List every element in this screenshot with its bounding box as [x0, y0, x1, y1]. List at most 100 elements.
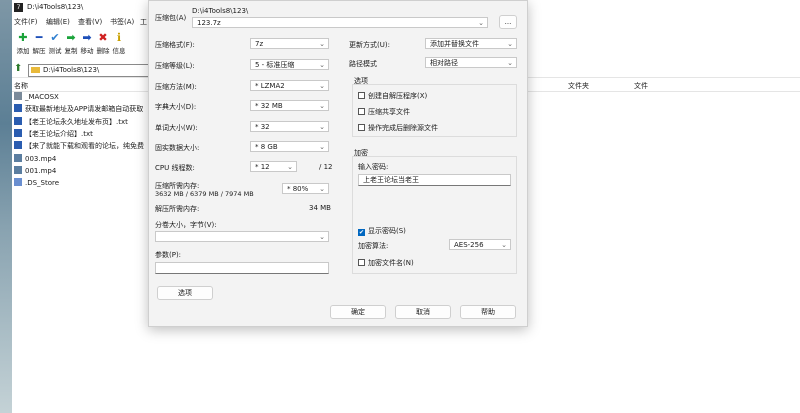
chevron-down-icon: ⌄ — [319, 143, 325, 151]
menu-file[interactable]: 文件(F) — [14, 17, 38, 27]
address-text: D:\i4Tools8\123\ — [43, 66, 100, 74]
checkbox-box — [358, 108, 365, 115]
file-name: _MACOSX — [25, 93, 59, 101]
browse-button[interactable]: ... — [499, 15, 517, 29]
file-row[interactable]: 获取最新地址及APP请发邮箱自动获取 — [14, 104, 143, 116]
checkbox-box — [358, 124, 365, 131]
file-name: .DS_Store — [25, 179, 60, 188]
archive-name-combo[interactable]: 123.7z ⌄ — [192, 17, 488, 28]
enc-method-select[interactable]: AES-256 ⌄ — [449, 239, 511, 250]
path-label: 路径模式 — [349, 60, 377, 68]
cpu-select[interactable]: * 12 ⌄ — [250, 161, 297, 172]
level-value: 5 - 标准压缩 — [255, 61, 295, 69]
encryption-group: 输入密码: 上老王论坛当老王 ✔ 显示密码(S) 加密算法: AES-256 ⌄ 加… — [352, 156, 517, 274]
desktop-background — [0, 0, 12, 413]
menu-edit[interactable]: 编辑(E) — [46, 17, 70, 27]
solid-label: 固实数据大小: — [155, 144, 200, 152]
video-file-icon — [14, 165, 22, 174]
address-input[interactable]: D:\i4Tools8\123\ — [28, 64, 150, 77]
file-list: _MACOSX 获取最新地址及APP请发邮箱自动获取【老王论坛永久地址发布页】.t… — [12, 92, 152, 212]
help-button[interactable]: 帮助 — [460, 305, 516, 319]
check-icon: ✔ — [358, 229, 365, 236]
mem-decomp-label: 解压所需内存: — [155, 205, 200, 213]
file-name: 【来了就能下载和观看的论坛，纯免费 — [25, 142, 144, 151]
checkbox-box — [358, 92, 365, 99]
level-label: 压缩等级(L): — [155, 62, 195, 70]
password-label: 输入密码: — [358, 163, 389, 171]
text-file-icon — [14, 128, 22, 137]
column-files[interactable]: 文件 — [634, 81, 648, 91]
delete-source-checkbox[interactable]: 操作完成后删除源文件 — [358, 123, 438, 133]
path-value: 相对路径 — [430, 59, 458, 67]
solid-select[interactable]: * 8 GB ⌄ — [250, 141, 329, 152]
file-name: 【老王论坛介绍】.txt — [25, 129, 93, 138]
menu-bookmarks[interactable]: 书签(A) — [110, 17, 134, 27]
menu-view[interactable]: 查看(V) — [78, 17, 102, 27]
ok-button[interactable]: 确定 — [330, 305, 386, 319]
archive-label: 压缩包(A) — [155, 14, 187, 22]
sfx-checkbox[interactable]: 创建自解压程序(X) — [358, 91, 427, 101]
file-row[interactable]: 【来了就能下载和观看的论坛，纯免费 — [14, 141, 144, 153]
archive-name-value: 123.7z — [197, 19, 221, 27]
menu-tools[interactable]: 工 — [140, 17, 147, 27]
cpu-label: CPU 线程数: — [155, 164, 195, 172]
password-input[interactable]: 上老王论坛当老王 — [358, 174, 511, 186]
method-select[interactable]: * LZMA2 ⌄ — [250, 80, 329, 91]
up-folder-icon[interactable]: ⬆ — [14, 63, 22, 74]
file-row[interactable]: _MACOSX — [14, 92, 59, 104]
add-to-archive-dialog: 压缩包(A) D:\i4Tools8\123\ 123.7z ⌄ ... 压缩格… — [148, 0, 528, 327]
shared-label: 压缩共享文件 — [368, 108, 410, 116]
shared-checkbox[interactable]: 压缩共享文件 — [358, 107, 410, 117]
column-folders[interactable]: 文件夹 — [568, 81, 589, 91]
format-label: 压缩格式(F): — [155, 41, 195, 49]
file-name: 003.mp4 — [25, 154, 57, 163]
file-row[interactable]: .DS_Store — [14, 178, 59, 190]
file-row[interactable]: 【老王论坛永久地址发布页】.txt — [14, 116, 128, 129]
column-name[interactable]: 名称 — [14, 81, 28, 91]
text-file-icon — [14, 116, 22, 125]
enc-method-label: 加密算法: — [358, 242, 389, 250]
file-name: 001.mp4 — [25, 166, 57, 175]
format-select[interactable]: 7z ⌄ — [250, 38, 329, 49]
cpu-value: * 12 — [255, 163, 270, 171]
show-password-checkbox[interactable]: ✔ 显示密码(S) — [358, 226, 406, 236]
split-select[interactable]: ⌄ — [155, 231, 329, 242]
params-label: 参数(P): — [155, 251, 182, 259]
method-label: 压缩方法(M): — [155, 83, 197, 91]
file-row[interactable]: 001.mp4 — [14, 165, 57, 178]
chevron-down-icon: ⌄ — [501, 241, 507, 249]
chevron-down-icon: ⌄ — [319, 61, 325, 69]
info-icon: ℹ — [116, 31, 122, 44]
word-select[interactable]: * 32 ⌄ — [250, 121, 329, 132]
mem-percent-value: * 80% — [287, 185, 309, 193]
options-group: 创建自解压程序(X) 压缩共享文件 操作完成后删除源文件 — [352, 84, 517, 137]
params-input[interactable] — [155, 262, 329, 274]
chevron-down-icon: ⌄ — [319, 233, 325, 241]
enc-method-value: AES-256 — [454, 241, 484, 249]
file-icon — [14, 178, 22, 187]
chevron-down-icon: ⌄ — [319, 40, 325, 48]
delete-source-label: 操作完成后删除源文件 — [368, 124, 438, 132]
encrypt-names-checkbox[interactable]: 加密文件名(N) — [358, 258, 414, 268]
folder-icon — [14, 92, 22, 100]
chevron-down-icon: ⌄ — [319, 82, 325, 90]
path-select[interactable]: 相对路径 ⌄ — [425, 57, 517, 68]
chevron-down-icon: ⌄ — [507, 40, 513, 48]
cpu-total: / 12 — [319, 163, 333, 171]
archive-path: D:\i4Tools8\123\ — [192, 7, 249, 15]
mem-percent-select[interactable]: * 80% ⌄ — [282, 183, 329, 194]
app-icon: 7 — [14, 3, 23, 12]
level-select[interactable]: 5 - 标准压缩 ⌄ — [250, 59, 329, 70]
update-select[interactable]: 添加并替换文件 ⌄ — [425, 38, 517, 49]
file-row[interactable]: 003.mp4 — [14, 153, 57, 166]
toolbar-info-button[interactable]: ℹ 信息 — [110, 31, 128, 56]
folder-icon — [31, 67, 40, 73]
toolbar-label: 信息 — [112, 47, 126, 55]
options-button[interactable]: 选项 — [157, 286, 213, 300]
file-name: 获取最新地址及APP请发邮箱自动获取 — [25, 105, 144, 114]
cancel-button[interactable]: 取消 — [395, 305, 451, 319]
dict-select[interactable]: * 32 MB ⌄ — [250, 100, 329, 111]
text-file-icon — [14, 104, 22, 113]
file-row[interactable]: 【老王论坛介绍】.txt — [14, 128, 93, 141]
show-password-label: 显示密码(S) — [368, 227, 406, 235]
